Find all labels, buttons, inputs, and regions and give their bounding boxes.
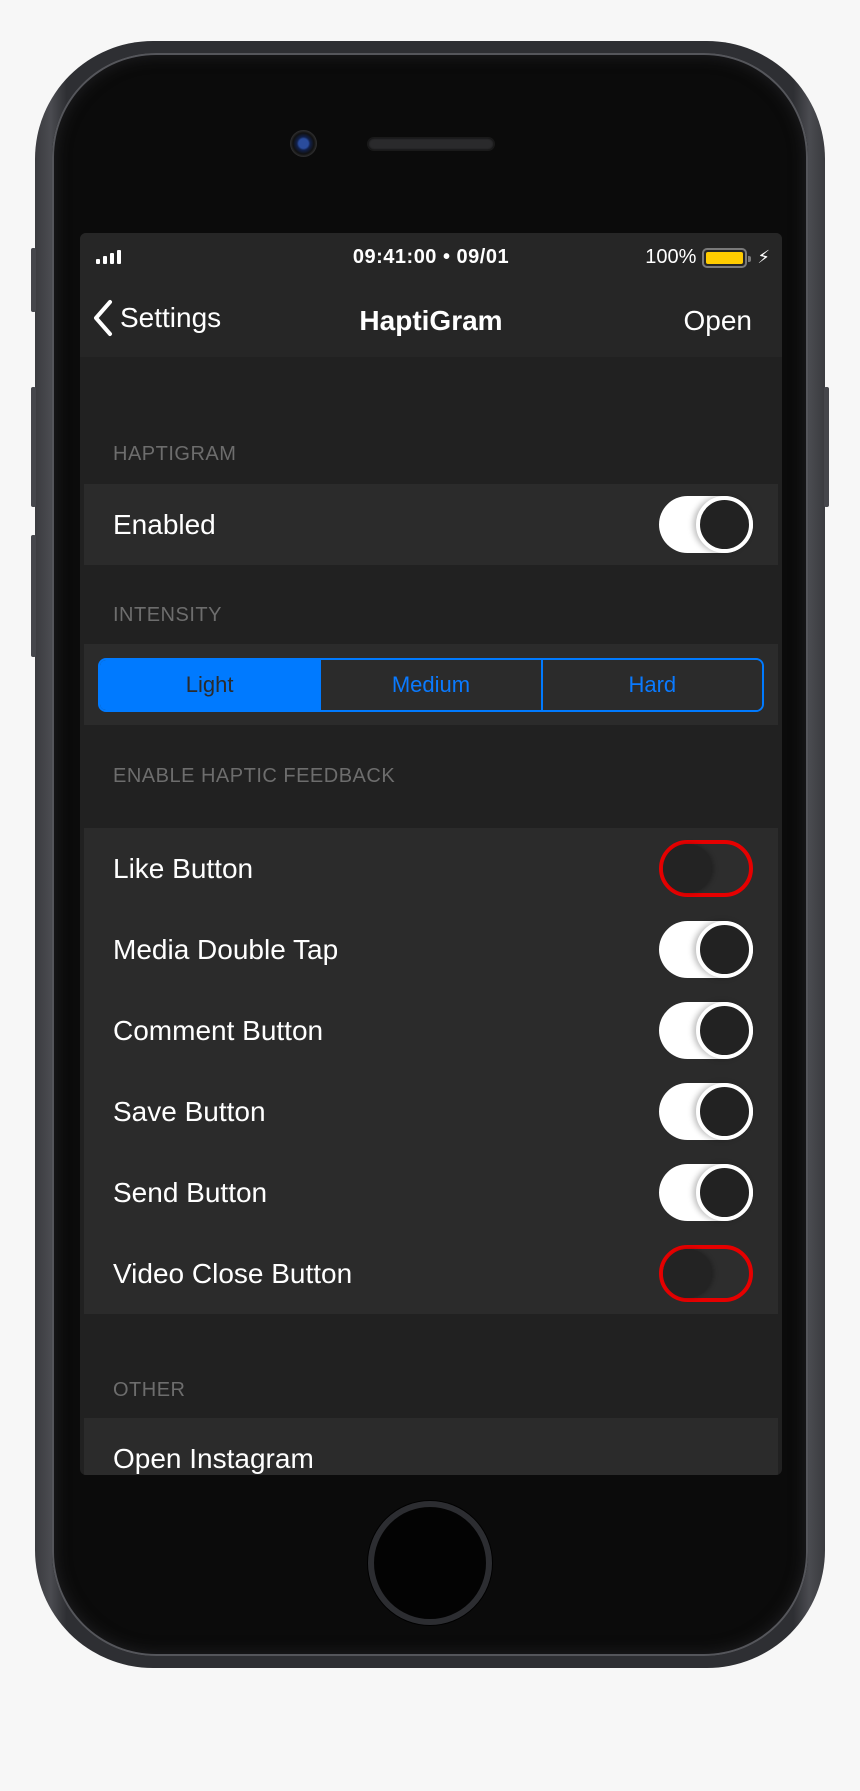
open-button[interactable]: Open xyxy=(684,305,753,337)
battery-nub xyxy=(748,255,752,262)
earpiece-speaker xyxy=(368,138,494,150)
toggle-knob xyxy=(696,1002,753,1059)
media-double-tap-toggle[interactable] xyxy=(659,921,753,978)
row-label: Video Close Button xyxy=(113,1257,353,1289)
row-enabled: Enabled xyxy=(84,484,778,565)
row-label: Enabled xyxy=(113,508,216,540)
row-label: Media Double Tap xyxy=(113,933,339,965)
screen: 09:41:00 • 09/01 100% ⚡ Settings HaptiGr… xyxy=(80,233,782,1475)
toggle-knob xyxy=(696,496,753,553)
enabled-toggle[interactable] xyxy=(659,496,753,553)
row-video-close-button: Video Close Button xyxy=(84,1233,778,1314)
row-save-button: Save Button xyxy=(84,1071,778,1152)
row-like-button: Like Button xyxy=(84,828,778,909)
video-close-button-toggle[interactable] xyxy=(659,1245,753,1302)
status-bar: 09:41:00 • 09/01 100% ⚡ xyxy=(80,233,782,283)
row-label: Save Button xyxy=(113,1095,266,1127)
group-feedback: Like Button Media Double Tap Comment But… xyxy=(84,828,778,1314)
charging-bolt-icon: ⚡ xyxy=(757,247,770,267)
settings-list[interactable]: HAPTIGRAM Enabled INTENSITY Light Medium… xyxy=(84,357,778,1475)
battery-percent: 100% xyxy=(645,246,697,268)
row-label: Comment Button xyxy=(113,1014,324,1046)
row-label: Like Button xyxy=(113,852,254,884)
page-title: HaptiGram xyxy=(359,305,503,336)
toggle-knob xyxy=(696,921,753,978)
comment-button-toggle[interactable] xyxy=(659,1002,753,1059)
group-intensity: Light Medium Hard xyxy=(84,644,778,725)
like-button-toggle[interactable] xyxy=(659,840,753,897)
battery-icon xyxy=(702,247,752,268)
row-label: Open Instagram xyxy=(113,1442,314,1474)
status-right: 100% ⚡ xyxy=(645,246,770,269)
section-header-other: OTHER xyxy=(113,1379,186,1401)
save-button-toggle[interactable] xyxy=(659,1083,753,1140)
power-button[interactable] xyxy=(824,387,829,507)
row-send-button: Send Button xyxy=(84,1152,778,1233)
toggle-knob xyxy=(663,844,712,893)
segment-light[interactable]: Light xyxy=(100,660,320,710)
intensity-segmented-control: Light Medium Hard xyxy=(98,658,764,712)
group-other: Open Instagram xyxy=(84,1418,778,1475)
mute-switch[interactable] xyxy=(31,248,36,312)
row-comment-button: Comment Button xyxy=(84,990,778,1071)
segment-medium[interactable]: Medium xyxy=(319,660,541,710)
home-button[interactable] xyxy=(368,1501,492,1625)
row-media-double-tap: Media Double Tap xyxy=(84,909,778,990)
row-open-instagram[interactable]: Open Instagram xyxy=(84,1418,778,1475)
front-camera xyxy=(290,130,317,157)
battery-fill xyxy=(706,251,744,264)
segment-hard[interactable]: Hard xyxy=(540,660,762,710)
navigation-bar: Settings HaptiGram Open xyxy=(80,283,782,357)
toggle-knob xyxy=(696,1164,753,1221)
volume-up-button[interactable] xyxy=(31,387,36,507)
section-header-haptigram: HAPTIGRAM xyxy=(113,443,237,465)
row-label: Send Button xyxy=(113,1176,268,1208)
section-header-intensity: INTENSITY xyxy=(113,604,222,626)
send-button-toggle[interactable] xyxy=(659,1164,753,1221)
section-header-feedback: ENABLE HAPTIC FEEDBACK xyxy=(113,765,396,787)
group-haptigram: Enabled xyxy=(84,484,778,565)
volume-down-button[interactable] xyxy=(31,535,36,657)
toggle-knob xyxy=(696,1083,753,1140)
toggle-knob xyxy=(663,1249,712,1298)
